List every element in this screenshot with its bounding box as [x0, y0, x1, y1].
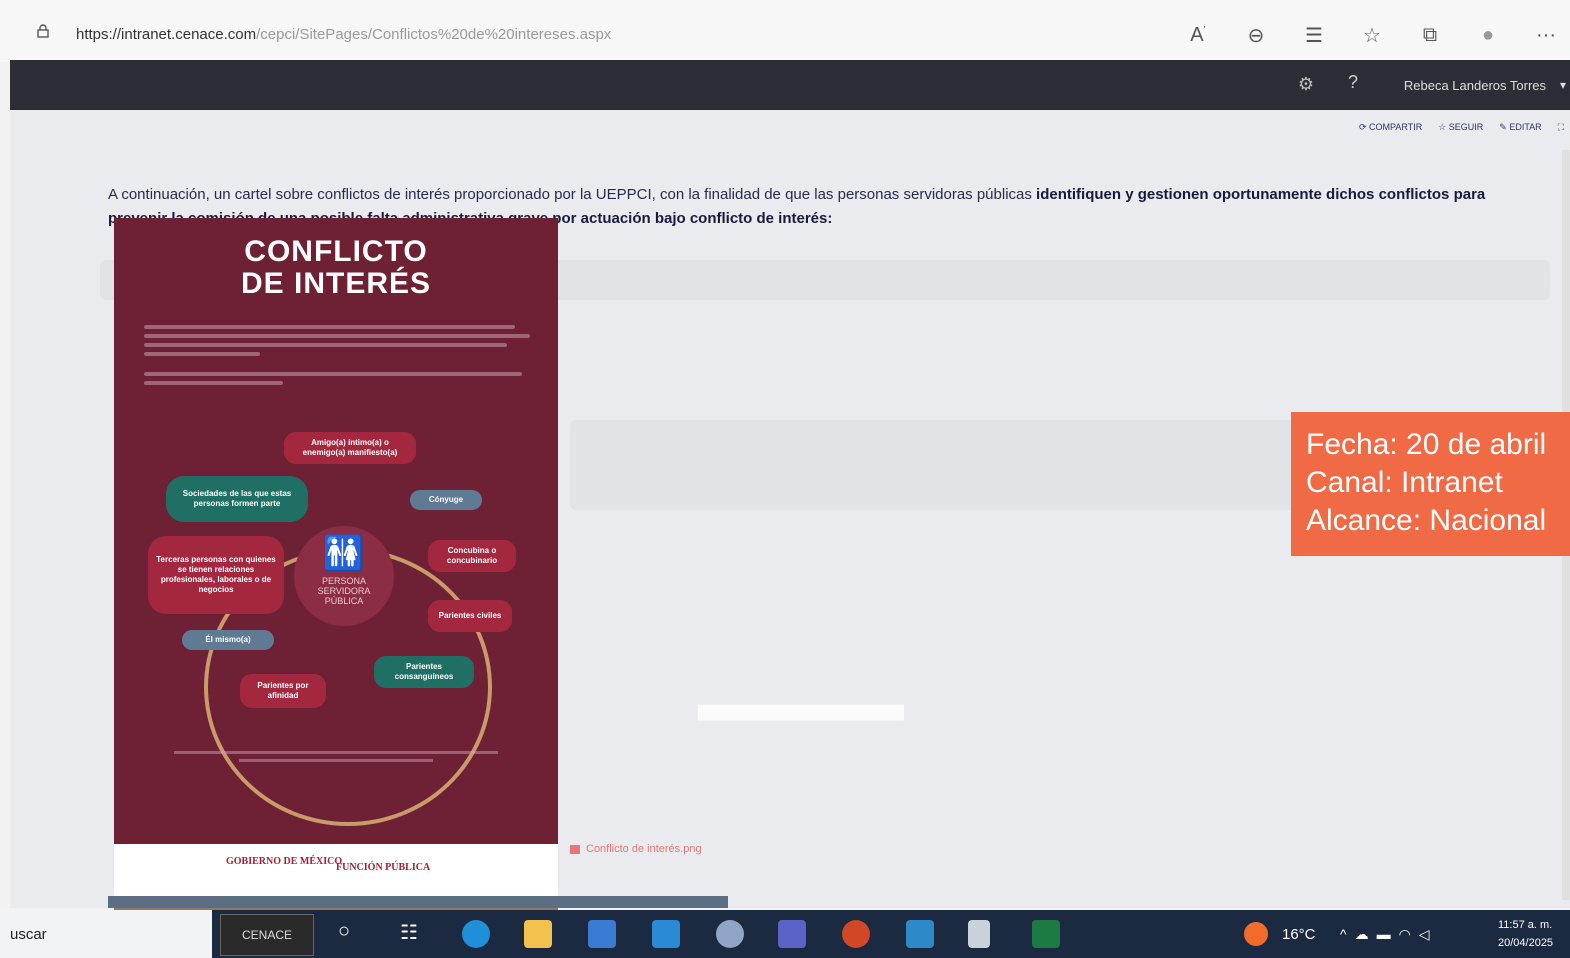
clock-time: 11:57 a. m. — [1498, 919, 1553, 931]
app-icon[interactable] — [906, 920, 934, 948]
stamp-scope: Alcance: Nacional — [1306, 504, 1547, 537]
user-name[interactable]: Rebeca Landeros Torres — [1404, 78, 1546, 93]
funcion-publica-logo: FUNCIÓN PÚBLICA — [336, 862, 431, 873]
poster-title-line1: CONFLICTO — [244, 235, 428, 268]
poster-item: Parientes consanguíneos — [374, 656, 474, 688]
widgets-icon[interactable]: ☷ — [400, 920, 418, 945]
poster-title: CONFLICTO DE INTERÉS — [114, 236, 558, 300]
poster-title-line2: DE INTERÉS — [240, 267, 432, 300]
profile-icon[interactable]: ● — [1474, 24, 1502, 47]
file-link-label: Conflicto de interés.png — [586, 843, 702, 855]
background-ghost-word: ▁▁▁ — [700, 622, 906, 716]
poster-item: Cónyuge — [410, 490, 482, 510]
poster-footnote — [174, 746, 498, 767]
stamp-channel: Canal: Intranet — [1306, 466, 1503, 499]
powerpoint-icon[interactable] — [842, 920, 870, 948]
file-explorer-icon[interactable] — [524, 920, 552, 948]
teams-icon[interactable] — [778, 920, 806, 948]
store-icon[interactable] — [588, 920, 616, 948]
poster-item: Concubina o concubinario — [428, 540, 516, 572]
poster-logos: GOBIERNO DE MÉXICO FUNCIÓN PÚBLICA — [114, 844, 558, 898]
gobierno-mexico-logo: GOBIERNO DE MÉXICO — [226, 856, 343, 867]
poster-item: Él mismo(a) — [182, 630, 274, 650]
site-header: ⚙ ? Rebeca Landeros Torres ▾ — [10, 60, 1570, 110]
reading-view-icon[interactable]: ☰ — [1300, 23, 1328, 48]
collapsed-section-bar[interactable] — [108, 896, 728, 908]
chevron-down-icon[interactable]: ▾ — [1560, 78, 1566, 92]
system-tray-icons[interactable]: ^☁▬◠◁ — [1340, 926, 1438, 943]
page-actions: ⟳ COMPARTIR ☆ SEGUIR ✎ EDITAR ⛶ — [1359, 122, 1564, 133]
windows-taskbar: uscar CENACE ○ ☷ 16°C ^☁▬◠◁ 11:57 a. m. … — [0, 910, 1570, 958]
follow-label: SEGUIR — [1448, 122, 1484, 132]
url-domain: https://intranet.cenace.com — [76, 26, 257, 43]
poster-center-label: PERSONA SERVIDORA PÚBLICA — [317, 576, 371, 606]
browser-address-bar: https://intranet.cenace.com/cepci/SitePa… — [0, 0, 1570, 62]
lock-icon — [37, 24, 49, 38]
clock-date: 20/04/2025 — [1498, 937, 1554, 949]
file-link[interactable]: Conflicto de interés.png — [570, 843, 702, 855]
image-file-icon — [570, 844, 580, 854]
share-button[interactable]: ⟳ COMPARTIR — [1359, 122, 1422, 133]
help-icon[interactable]: ? — [1348, 72, 1358, 93]
favorite-icon[interactable]: ☆ — [1358, 23, 1386, 48]
weather-temp[interactable]: 16°C — [1282, 926, 1316, 943]
cenace-label: CENACE — [241, 928, 292, 942]
excel-icon[interactable] — [1032, 920, 1060, 948]
poster-item: Sociedades de las que estas personas for… — [166, 476, 308, 522]
conflict-of-interest-poster[interactable]: CONFLICTO DE INTERÉS 🚻 PERSONA SERVIDORA… — [114, 218, 558, 844]
browser-toolbar: Aʼ ⊖ ☰ ☆ ⧉ ● ··· — [1184, 18, 1570, 52]
date-channel-stamp: Fecha: 20 de abril Canal: Intranet Alcan… — [1291, 412, 1570, 556]
follow-button[interactable]: ☆ SEGUIR — [1438, 122, 1483, 133]
edit-button[interactable]: ✎ EDITAR — [1499, 122, 1541, 133]
url-field[interactable]: https://intranet.cenace.com/cepci/SitePa… — [76, 26, 611, 43]
calculator-icon[interactable] — [968, 920, 990, 948]
poster-item: Parientes por afinidad — [240, 674, 326, 708]
url-path: /cepci/SitePages/Conflictos%20de%20inter… — [256, 26, 612, 43]
poster-body-text — [144, 320, 530, 390]
edge-icon[interactable] — [462, 920, 490, 948]
cenace-app-button[interactable]: CENACE — [220, 914, 314, 956]
person-icon: 🚻 — [322, 535, 366, 573]
more-icon[interactable]: ··· — [1532, 24, 1560, 47]
poster-item: Terceras personas con quienes se tienen … — [148, 536, 284, 614]
poster-item: Amigo(a) íntimo(a) o enemigo(a) manifies… — [284, 432, 416, 464]
clock[interactable]: 11:57 a. m. 20/04/2025 — [1498, 916, 1553, 952]
mail-icon[interactable] — [652, 920, 680, 948]
stamp-date: Fecha: 20 de abril — [1306, 428, 1547, 461]
gear-icon[interactable]: ⚙ — [1298, 74, 1314, 95]
task-view-icon[interactable]: ○ — [338, 920, 350, 943]
intro-text: A continuación, un cartel sobre conflict… — [108, 186, 1037, 203]
collections-icon[interactable]: ⧉ — [1416, 24, 1444, 47]
weather-icon[interactable] — [1244, 922, 1268, 946]
edit-label: EDITAR — [1509, 122, 1542, 132]
paint-icon[interactable] — [716, 920, 744, 948]
zoom-icon[interactable]: ⊖ — [1242, 23, 1270, 48]
read-aloud-icon[interactable]: Aʼ — [1184, 24, 1212, 47]
share-label: COMPARTIR — [1369, 122, 1423, 132]
focus-icon[interactable]: ⛶ — [1558, 122, 1564, 133]
poster-center-figure: 🚻 PERSONA SERVIDORA PÚBLICA — [294, 526, 394, 626]
poster-item: Parientes civiles — [428, 600, 512, 632]
search-label: uscar — [10, 926, 47, 943]
taskbar-search[interactable]: uscar — [0, 910, 212, 958]
